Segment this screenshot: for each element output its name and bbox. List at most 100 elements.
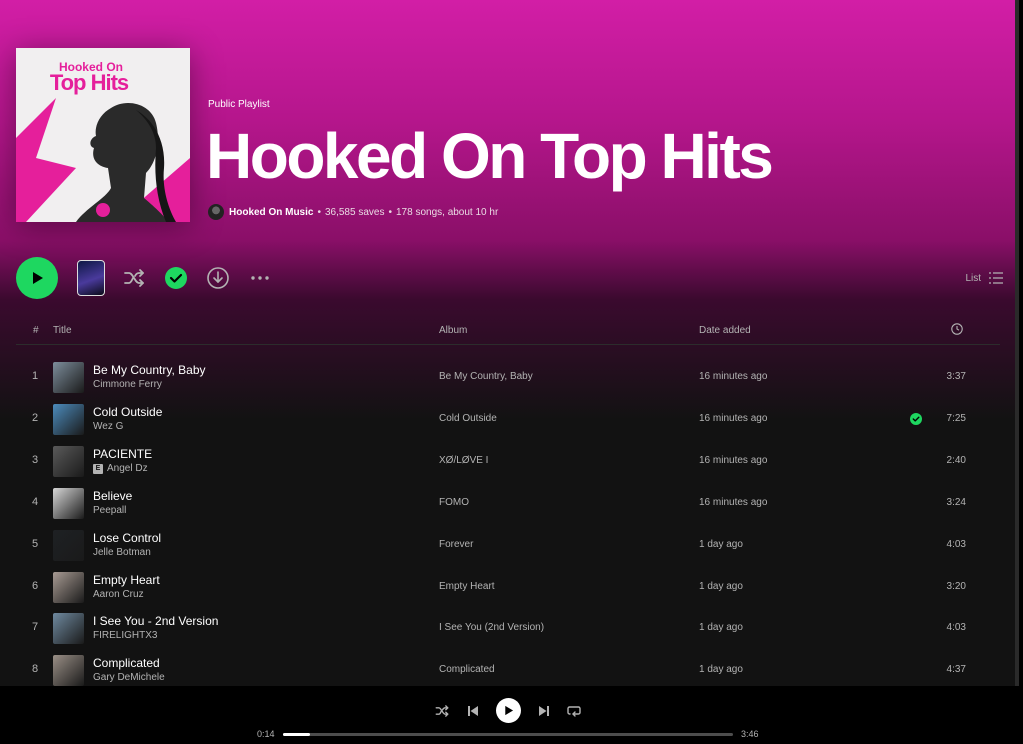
total-time: 3:46 <box>741 729 759 739</box>
track-title[interactable]: Be My Country, Baby <box>93 363 206 377</box>
track-row[interactable]: 7 I See You - 2nd Version FIRELIGHTX3 I See… <box>16 609 1000 647</box>
shuffle-button[interactable] <box>123 267 145 289</box>
explicit-badge: E <box>93 463 103 474</box>
track-row[interactable]: 8 Complicated Gary DeMichele Complicated 1 d… <box>16 651 1000 686</box>
track-title[interactable]: I See You - 2nd Version <box>93 614 218 628</box>
elapsed-time: 0:14 <box>257 729 275 739</box>
track-thumbnail <box>53 613 84 644</box>
track-duration: 4:03 <box>946 539 966 550</box>
header-album[interactable]: Album <box>439 325 467 336</box>
track-number: 4 <box>31 496 39 508</box>
previous-button[interactable] <box>464 702 482 720</box>
track-artist[interactable]: Cimmone Ferry <box>93 379 162 390</box>
track-artist[interactable]: Aaron Cruz <box>93 589 144 600</box>
track-thumbnail <box>53 572 84 603</box>
owner-link[interactable]: Hooked On Music <box>229 207 313 218</box>
shuffle-icon <box>435 705 449 717</box>
track-artist[interactable]: Gary DeMichele <box>93 672 165 683</box>
track-thumbnail <box>53 446 84 477</box>
preview-thumbnail[interactable] <box>77 260 105 296</box>
track-album[interactable]: Cold Outside <box>439 413 497 424</box>
track-date-added: 1 day ago <box>699 622 743 633</box>
header-date-added[interactable]: Date added <box>699 325 751 336</box>
track-row[interactable]: 5 Lose Control Jelle Botman Forever 1 day ag… <box>16 526 1000 564</box>
play-icon <box>33 272 43 284</box>
track-title[interactable]: Lose Control <box>93 531 161 545</box>
track-title[interactable]: Empty Heart <box>93 573 160 587</box>
track-number: 7 <box>31 621 39 633</box>
next-icon <box>539 706 549 716</box>
repeat-button[interactable] <box>565 702 583 720</box>
track-artist-line: Aaron Cruz <box>93 589 144 600</box>
header-title[interactable]: Title <box>53 325 72 336</box>
player-play-button[interactable] <box>496 698 521 723</box>
player-shuffle-button[interactable] <box>433 702 451 720</box>
meta-separator: • <box>388 206 392 218</box>
saved-check-icon[interactable] <box>910 413 922 425</box>
track-date-added: 16 minutes ago <box>699 455 768 466</box>
track-album[interactable]: Forever <box>439 539 473 550</box>
owner-avatar[interactable] <box>208 204 224 220</box>
track-number: 5 <box>31 538 39 550</box>
track-artist[interactable]: FIRELIGHTX3 <box>93 630 157 641</box>
download-button[interactable] <box>207 267 229 289</box>
saved-button[interactable] <box>165 267 187 289</box>
more-options-button[interactable] <box>249 267 271 289</box>
track-row[interactable]: 6 Empty Heart Aaron Cruz Empty Heart 1 day a… <box>16 568 1000 606</box>
track-album[interactable]: Be My Country, Baby <box>439 371 533 382</box>
meta-separator: • <box>317 206 321 218</box>
shuffle-icon <box>124 269 144 287</box>
track-album[interactable]: Complicated <box>439 664 495 675</box>
track-duration: 4:37 <box>946 664 966 675</box>
track-title[interactable]: Believe <box>93 489 132 503</box>
track-duration: 3:24 <box>946 497 966 508</box>
playlist-cover[interactable]: Hooked On Top Hits <box>16 48 190 222</box>
track-row[interactable]: 1 Be My Country, Baby Cimmone Ferry Be My C… <box>16 358 1000 396</box>
track-title[interactable]: PACIENTE <box>93 447 152 461</box>
table-header: # Title Album Date added <box>16 318 1000 345</box>
track-duration: 3:37 <box>946 371 966 382</box>
header-number: # <box>33 325 39 336</box>
track-title[interactable]: Cold Outside <box>93 405 162 419</box>
track-title[interactable]: Complicated <box>93 656 160 670</box>
track-number: 1 <box>31 370 39 382</box>
track-duration: 2:40 <box>946 455 966 466</box>
track-date-added: 16 minutes ago <box>699 371 768 382</box>
track-number: 3 <box>31 454 39 466</box>
track-artist-line: E Angel Dz <box>93 463 148 474</box>
action-bar: List <box>16 257 1003 299</box>
track-artist-line: Jelle Botman <box>93 547 151 558</box>
track-album[interactable]: FOMO <box>439 497 469 508</box>
track-date-added: 1 day ago <box>699 581 743 592</box>
track-row[interactable]: 2 Cold Outside Wez G Cold Outside 16 minutes… <box>16 400 1000 438</box>
play-button[interactable] <box>16 257 58 299</box>
check-circle-icon <box>165 267 187 289</box>
track-duration: 3:20 <box>946 581 966 592</box>
list-icon <box>989 272 1003 284</box>
next-button[interactable] <box>535 702 553 720</box>
cover-title: Hooked On Top Hits <box>16 61 190 93</box>
track-number: 2 <box>31 412 39 424</box>
track-row[interactable]: 3 PACIENTE E Angel Dz XØ/LØVE I 16 minutes ag… <box>16 442 1000 480</box>
track-row[interactable]: 4 Believe Peepall FOMO 16 minutes ago 3:24 <box>16 484 1000 522</box>
track-artist[interactable]: Wez G <box>93 421 123 432</box>
track-date-added: 1 day ago <box>699 664 743 675</box>
clock-icon <box>951 323 963 335</box>
more-icon <box>251 276 269 280</box>
track-artist[interactable]: Peepall <box>93 505 126 516</box>
track-date-added: 16 minutes ago <box>699 413 768 424</box>
progress-bar[interactable] <box>283 733 733 736</box>
track-album[interactable]: I See You (2nd Version) <box>439 622 544 633</box>
track-album[interactable]: Empty Heart <box>439 581 495 592</box>
track-album[interactable]: XØ/LØVE I <box>439 455 488 466</box>
scrollbar[interactable] <box>1015 0 1019 686</box>
track-artist-line: FIRELIGHTX3 <box>93 630 157 641</box>
track-duration: 4:03 <box>946 622 966 633</box>
track-artist[interactable]: Angel Dz <box>107 463 148 474</box>
playlist-title: Hooked On Top Hits <box>206 120 774 192</box>
repeat-icon <box>567 706 581 717</box>
track-duration: 7:25 <box>946 413 966 424</box>
track-artist[interactable]: Jelle Botman <box>93 547 151 558</box>
view-toggle[interactable]: List <box>965 269 1003 287</box>
header-duration[interactable] <box>951 323 963 338</box>
